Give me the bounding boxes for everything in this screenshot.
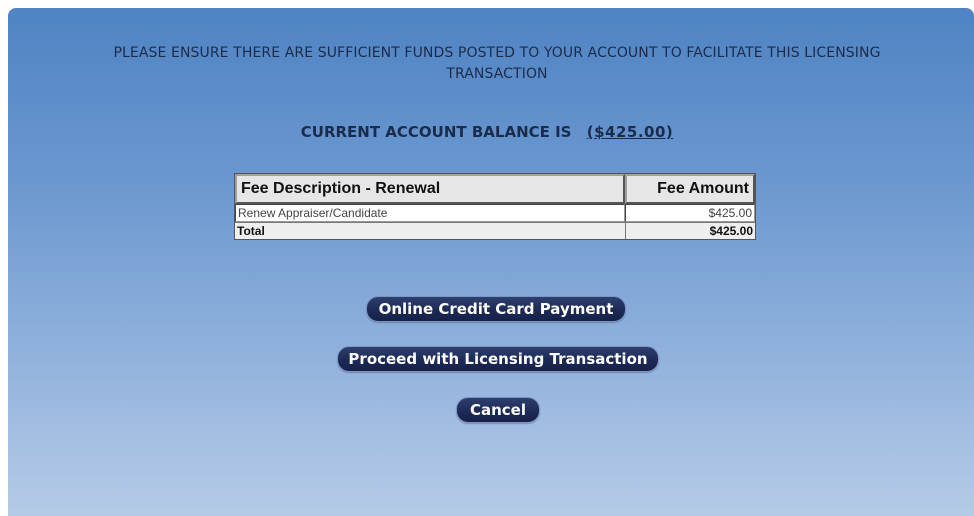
fee-amount-cell: $425.00 — [625, 204, 755, 222]
funds-notice-line2: TRANSACTION — [446, 66, 548, 82]
fee-table-header-row: Fee Description - Renewal Fee Amount — [235, 174, 755, 204]
funds-notice: PLEASE ENSURE THERE ARE SUFFICIENT FUNDS… — [28, 43, 966, 85]
total-label: Total — [235, 222, 625, 239]
total-row: Total $425.00 — [235, 222, 755, 239]
total-amount: $425.00 — [625, 222, 755, 239]
fee-description-cell: Renew Appraiser/Candidate — [235, 204, 625, 222]
fee-table: Fee Description - Renewal Fee Amount Ren… — [234, 173, 756, 240]
proceed-licensing-transaction-button[interactable]: Proceed with Licensing Transaction — [337, 346, 659, 372]
table-row: Renew Appraiser/Candidate $425.00 — [235, 204, 755, 222]
account-balance-label: CURRENT ACCOUNT BALANCE IS — [300, 123, 572, 141]
account-balance: CURRENT ACCOUNT BALANCE IS ($425.00) — [0, 123, 974, 141]
online-credit-card-payment-button[interactable]: Online Credit Card Payment — [366, 296, 626, 322]
fee-description-header: Fee Description - Renewal — [235, 174, 625, 204]
account-balance-amount[interactable]: ($425.00) — [587, 123, 674, 141]
cancel-button[interactable]: Cancel — [456, 397, 540, 423]
fee-amount-header: Fee Amount — [625, 174, 755, 204]
funds-notice-line1: PLEASE ENSURE THERE ARE SUFFICIENT FUNDS… — [113, 45, 881, 61]
